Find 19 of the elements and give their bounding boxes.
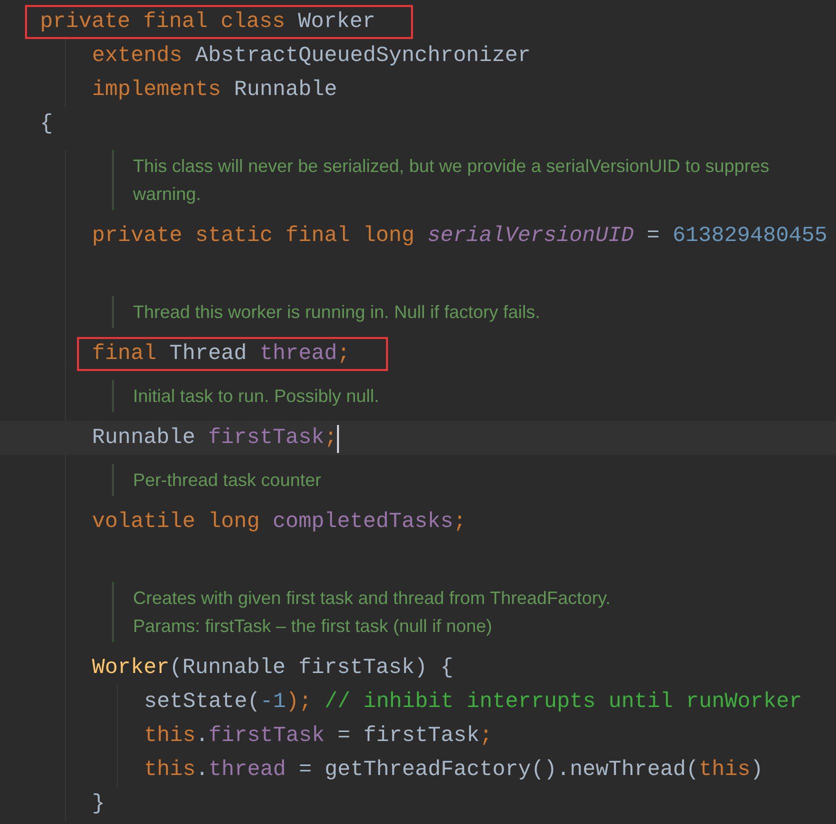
code-line: } [92,792,105,816]
code-line: setState(-1); // inhibit interrupts until runWorker [144,690,802,714]
code-line: this.firstTask = firstTask; [144,724,492,748]
doc-comment-line: Params: firstTask – the first task (null if none) [133,615,492,638]
doc-comment-line: Thread this worker is running in. Null if factory fails. [133,301,540,324]
doc-comment-line: Creates with given first task and thread from ThreadFactory. [133,587,611,610]
code-line: private static final long serialVersionUID = 613829480455 [92,224,828,248]
code-line: implements Runnable [92,78,338,102]
code-line: Runnable firstTask; [92,426,338,450]
code-line: extends AbstractQueuedSynchronizer [92,44,531,68]
doc-comment-line: warning. [133,183,202,206]
text-cursor [337,424,340,453]
doc-comment-line: Per-thread task counter [133,469,322,492]
doc-comment-line: This class will never be serialized, but we provide a serialVersionUID to suppres [133,155,770,178]
code-line: { [40,112,53,136]
code-line: volatile long completedTasks; [92,510,466,534]
doc-comment-line: Initial task to run. Possibly null. [133,385,380,408]
code-line: Worker(Runnable firstTask) { [92,656,454,680]
code-line: this.thread = getThreadFactory().newThread(this) [144,758,764,782]
